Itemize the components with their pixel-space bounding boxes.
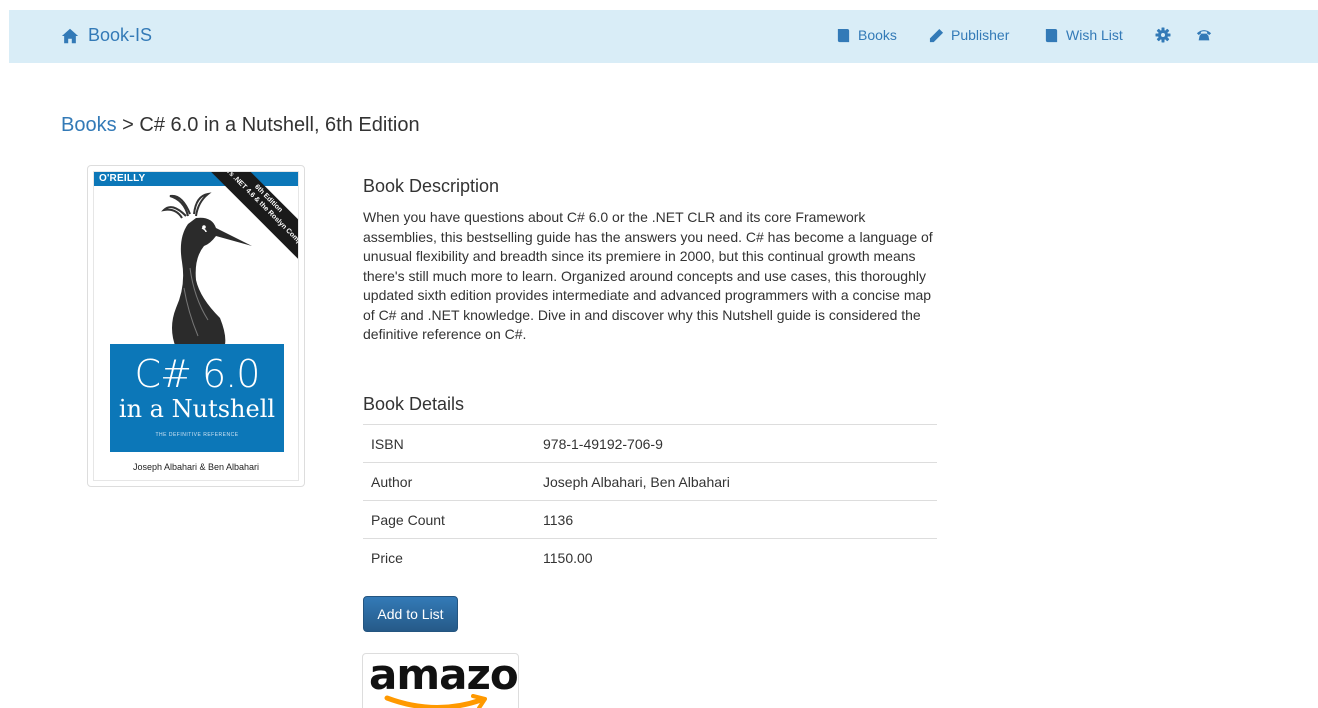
book-icon [1045,28,1058,42]
add-to-list-button[interactable]: Add to List [363,596,458,632]
cover-subtitle: in a Nutshell [118,395,276,423]
phone-icon[interactable] [1196,27,1212,43]
cover-title: C# 6.0 [134,352,261,396]
navbar: Book-IS Books Publisher Wish List [9,10,1318,63]
breadcrumb: Books > C# 6.0 in a Nutshell, 6th Editio… [61,114,420,137]
description-heading: Book Description [363,176,500,196]
detail-label: Page Count [363,500,535,539]
detail-label: ISBN [363,424,535,463]
nav-books[interactable]: Books [836,27,897,43]
nav-publisher-label: Publisher [951,27,1010,43]
home-icon [61,28,79,43]
breadcrumb-books-link[interactable]: Books [61,114,117,136]
details-table: ISBN 978-1-49192-706-9 Author Joseph Alb… [363,424,937,577]
amazon-link[interactable]: amazon [362,653,519,708]
description-text: When you have questions about C# 6.0 or … [363,209,933,342]
breadcrumb-current: C# 6.0 in a Nutshell, 6th Edition [139,114,420,136]
breadcrumb-separator: > [122,114,134,136]
details-heading: Book Details [363,394,465,414]
nav-wishlist[interactable]: Wish List [1044,27,1123,43]
brand-link[interactable]: Book-IS [61,25,152,46]
detail-value: Joseph Albahari, Ben Albahari [535,462,937,501]
detail-value: 1136 [535,500,937,539]
book-icon [837,28,850,42]
nav-books-label: Books [858,27,897,43]
detail-value: 1150.00 [535,538,937,577]
cover-publisher-bar: O'REILLY [94,172,298,186]
table-row: ISBN 978-1-49192-706-9 [363,424,937,463]
book-cover: O'REILLY 6th Edition Covers .NET 4.6 & t… [93,171,299,481]
nav-publisher[interactable]: Publisher [929,27,1009,43]
cover-tagline: THE DEFINITIVE REFERENCE [155,432,239,438]
detail-label: Author [363,462,535,501]
pencil-icon [929,28,944,42]
cover-title-block: C# 6.0 in a Nutshell THE DEFINITIVE REFE… [110,344,284,452]
amazon-logo-text: amazon [369,653,518,699]
cover-authors: Joseph Albahari & Ben Albahari [132,462,260,472]
nav-wishlist-label: Wish List [1066,27,1123,43]
cog-icon[interactable] [1155,27,1171,43]
table-row: Author Joseph Albahari, Ben Albahari [363,462,937,501]
amazon-smile-icon [384,694,487,708]
table-row: Page Count 1136 [363,500,937,539]
detail-value: 978-1-49192-706-9 [535,424,937,463]
detail-label: Price [363,538,535,577]
brand-label: Book-IS [88,25,153,45]
cover-publisher: O'REILLY [99,173,146,184]
book-cover-thumbnail: O'REILLY 6th Edition Covers .NET 4.6 & t… [87,165,305,487]
table-row: Price 1150.00 [363,538,937,577]
